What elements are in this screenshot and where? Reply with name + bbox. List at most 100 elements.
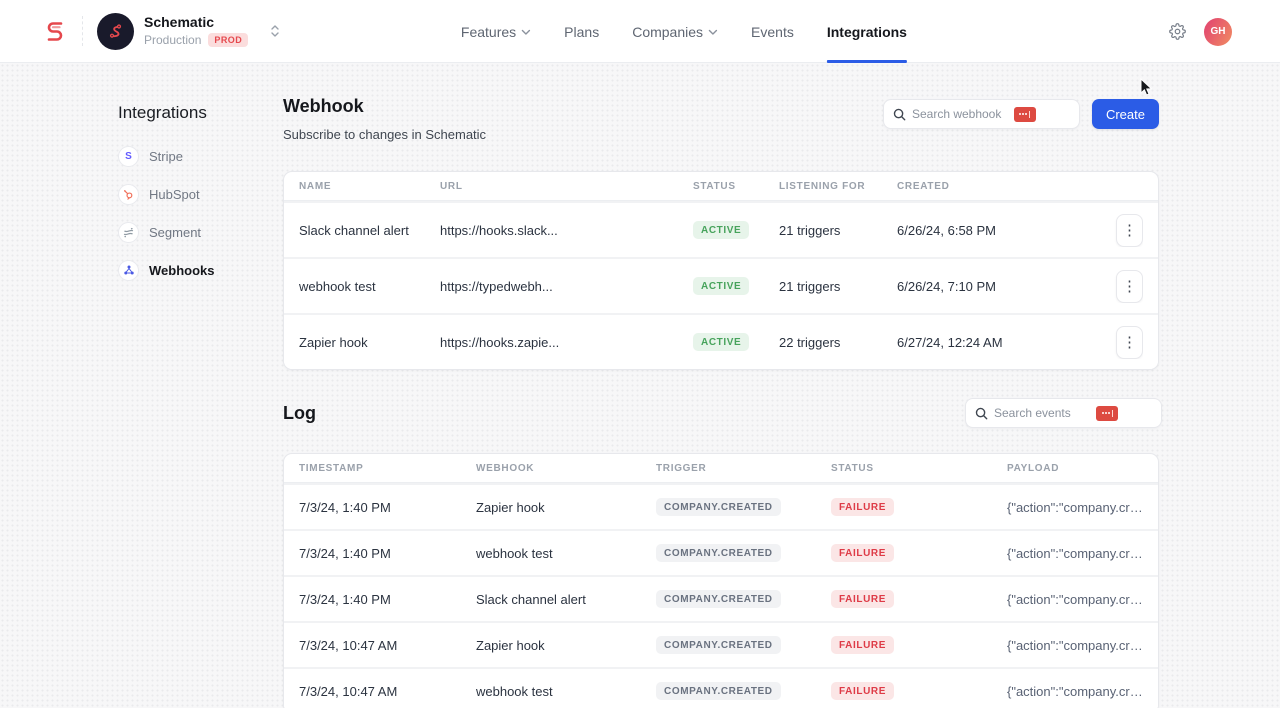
nav-plans-label: Plans — [564, 24, 599, 40]
webhook-search-input[interactable] — [912, 107, 1008, 121]
webhooks-icon — [118, 260, 139, 281]
settings-gear-icon[interactable] — [1169, 23, 1186, 40]
log-payload: {"action":"company.cre... — [1007, 546, 1143, 561]
log-payload: {"action":"company.cre... — [1007, 500, 1143, 515]
failure-badge: FAILURE — [831, 590, 894, 608]
col-trigger: Trigger — [656, 463, 831, 474]
col-status: Status — [693, 181, 779, 192]
webhook-listening-for: 21 triggers — [779, 279, 897, 294]
webhook-table: Name URL Status Listening for Created Sl… — [283, 171, 1159, 370]
nav-plans[interactable]: Plans — [564, 0, 599, 63]
sidebar-item-stripe[interactable]: S Stripe — [118, 143, 268, 169]
failure-badge: FAILURE — [831, 682, 894, 700]
integrations-sidebar: Integrations S Stripe HubSpot — [118, 103, 268, 295]
log-row[interactable]: 7/3/24, 10:47 AM Zapier hook COMPANY.CRE… — [284, 621, 1158, 667]
stripe-icon: S — [118, 146, 139, 167]
log-row[interactable]: 7/3/24, 10:47 AM webhook test COMPANY.CR… — [284, 667, 1158, 708]
log-row[interactable]: 7/3/24, 1:40 PM Slack channel alert COMP… — [284, 575, 1158, 621]
webhook-name: Slack channel alert — [299, 223, 440, 238]
password-autofill-icon[interactable] — [1014, 107, 1036, 122]
password-autofill-icon[interactable] — [1096, 406, 1118, 421]
org-switcher-caret-icon[interactable] — [270, 23, 280, 39]
sidebar-item-label: HubSpot — [149, 187, 200, 202]
col-timestamp: Timestamp — [299, 463, 476, 474]
log-table-body: 7/3/24, 1:40 PM Zapier hook COMPANY.CREA… — [284, 483, 1158, 708]
sidebar-item-label: Webhooks — [149, 263, 215, 278]
log-webhook: Zapier hook — [476, 638, 656, 653]
row-menu-button[interactable]: ⋮ — [1116, 270, 1143, 303]
log-payload: {"action":"company.cre... — [1007, 592, 1143, 607]
nav-companies-label: Companies — [632, 24, 703, 40]
log-timestamp: 7/3/24, 1:40 PM — [299, 592, 476, 607]
search-icon — [893, 108, 906, 121]
hubspot-icon — [118, 184, 139, 205]
row-menu-button[interactable]: ⋮ — [1116, 214, 1143, 247]
webhook-row[interactable]: Slack channel alert https://hooks.slack.… — [284, 201, 1158, 257]
status-badge: ACTIVE — [693, 221, 749, 239]
status-badge: ACTIVE — [693, 333, 749, 351]
nav-integrations[interactable]: Integrations — [827, 0, 907, 63]
failure-badge: FAILURE — [831, 498, 894, 516]
nav-companies[interactable]: Companies — [632, 0, 718, 63]
sidebar-item-hubspot[interactable]: HubSpot — [118, 181, 268, 207]
log-timestamp: 7/3/24, 1:40 PM — [299, 546, 476, 561]
org-name: Schematic — [144, 14, 248, 32]
webhook-table-body: Slack channel alert https://hooks.slack.… — [284, 201, 1158, 369]
col-listening-for: Listening for — [779, 181, 897, 192]
webhook-section-subtitle: Subscribe to changes in Schematic — [283, 127, 1159, 142]
webhook-url: https://hooks.zapie... — [440, 335, 693, 350]
sidebar-item-label: Stripe — [149, 149, 183, 164]
prod-badge: PROD — [208, 33, 248, 47]
events-search-input[interactable] — [994, 406, 1090, 420]
failure-badge: FAILURE — [831, 544, 894, 562]
sidebar-item-webhooks[interactable]: Webhooks — [118, 257, 268, 283]
col-webhook: Webhook — [476, 463, 656, 474]
user-avatar[interactable]: GH — [1204, 18, 1232, 46]
trigger-badge: COMPANY.CREATED — [656, 590, 781, 608]
active-tab-underline — [827, 60, 907, 63]
sidebar-title: Integrations — [118, 103, 268, 123]
primary-nav: Features Plans Companies Events Integrat… — [461, 0, 907, 63]
log-row[interactable]: 7/3/24, 1:40 PM webhook test COMPANY.CRE… — [284, 529, 1158, 575]
log-webhook: Zapier hook — [476, 500, 656, 515]
webhook-name: webhook test — [299, 279, 440, 294]
webhook-created: 6/26/24, 6:58 PM — [897, 223, 1099, 238]
sidebar-item-segment[interactable]: Segment — [118, 219, 268, 245]
org-environment: Production — [144, 33, 201, 48]
col-url: URL — [440, 181, 693, 192]
col-status: Status — [831, 463, 1007, 474]
org-switcher[interactable]: Schematic Production PROD — [97, 13, 280, 50]
nav-features[interactable]: Features — [461, 0, 531, 63]
log-table-header: Timestamp Webhook Trigger Status Payload — [284, 454, 1158, 483]
log-webhook: webhook test — [476, 546, 656, 561]
log-timestamp: 7/3/24, 10:47 AM — [299, 638, 476, 653]
create-webhook-button[interactable]: Create — [1092, 99, 1159, 129]
webhook-url: https://typedwebh... — [440, 279, 693, 294]
nav-features-label: Features — [461, 24, 516, 40]
trigger-badge: COMPANY.CREATED — [656, 682, 781, 700]
row-menu-button[interactable]: ⋮ — [1116, 326, 1143, 359]
webhook-created: 6/26/24, 7:10 PM — [897, 279, 1099, 294]
log-webhook: webhook test — [476, 684, 656, 699]
failure-badge: FAILURE — [831, 636, 894, 654]
webhook-listening-for: 21 triggers — [779, 223, 897, 238]
webhook-row[interactable]: Zapier hook https://hooks.zapie... ACTIV… — [284, 313, 1158, 369]
webhook-table-header: Name URL Status Listening for Created — [284, 172, 1158, 201]
nav-events[interactable]: Events — [751, 0, 794, 63]
schematic-logo-icon[interactable] — [44, 18, 68, 44]
chevron-down-icon — [521, 29, 531, 36]
segment-icon — [118, 222, 139, 243]
log-row[interactable]: 7/3/24, 1:40 PM Zapier hook COMPANY.CREA… — [284, 483, 1158, 529]
webhook-url: https://hooks.slack... — [440, 223, 693, 238]
trigger-badge: COMPANY.CREATED — [656, 498, 781, 516]
webhook-search — [883, 99, 1080, 129]
trigger-badge: COMPANY.CREATED — [656, 544, 781, 562]
webhook-name: Zapier hook — [299, 335, 440, 350]
events-search — [965, 398, 1162, 428]
webhook-row[interactable]: webhook test https://typedwebh... ACTIVE… — [284, 257, 1158, 313]
log-webhook: Slack channel alert — [476, 592, 656, 607]
log-timestamp: 7/3/24, 10:47 AM — [299, 684, 476, 699]
col-created: Created — [897, 181, 1099, 192]
header-divider — [82, 16, 83, 46]
log-payload: {"action":"company.cre... — [1007, 638, 1143, 653]
